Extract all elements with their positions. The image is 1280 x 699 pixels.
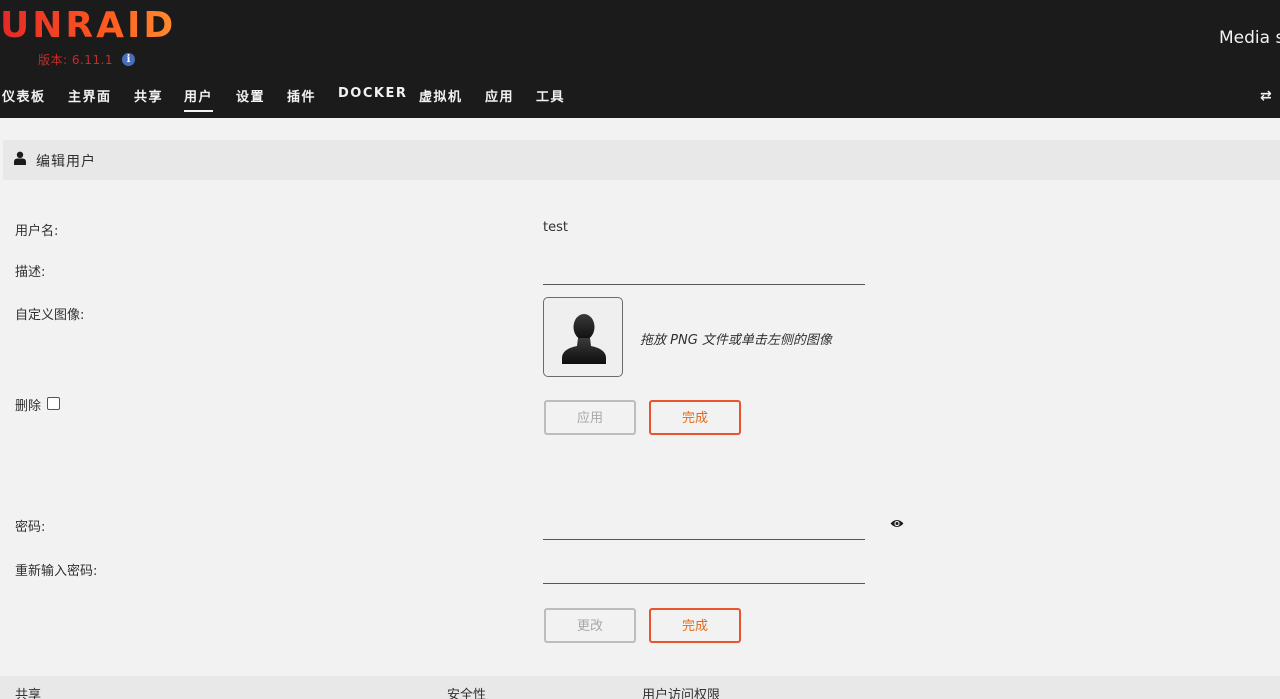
retype-password-input[interactable] xyxy=(543,562,865,584)
description-input[interactable] xyxy=(543,263,865,285)
avatar-image[interactable] xyxy=(543,297,623,377)
top-header: UNRAID 版本: 6.11.1 i Media s 仪表板 主界面 共享 用… xyxy=(0,0,1280,118)
username-value: test xyxy=(543,220,568,235)
nav-dashboard[interactable]: 仪表板 xyxy=(2,86,46,110)
username-label: 用户名: xyxy=(15,224,59,239)
server-name: Media s xyxy=(1219,28,1280,48)
column-share: 共享 xyxy=(15,688,42,699)
done-button-2[interactable]: 完成 xyxy=(649,608,741,643)
retype-password-label: 重新输入密码: xyxy=(15,564,98,579)
nav-main[interactable]: 主界面 xyxy=(68,86,112,110)
eye-icon[interactable] xyxy=(890,518,904,529)
nav-plugins[interactable]: 插件 xyxy=(287,86,316,110)
drop-hint-text: 拖放 PNG 文件或单击左侧的图像 xyxy=(640,333,832,348)
delete-checkbox[interactable] xyxy=(47,397,60,410)
password-input[interactable] xyxy=(543,518,865,540)
section-header: 编辑用户 xyxy=(3,140,1280,180)
nav-settings[interactable]: 设置 xyxy=(236,86,265,110)
custom-image-label: 自定义图像: xyxy=(15,308,85,323)
nav-apps[interactable]: 应用 xyxy=(485,86,514,110)
delete-label: 删除 xyxy=(15,399,42,414)
nav-docker[interactable]: DOCKER xyxy=(338,86,407,106)
nav-users[interactable]: 用户 xyxy=(184,86,214,112)
switch-view-icon[interactable]: ⇄ xyxy=(1260,88,1272,104)
version-label: 版本: 6.11.1 xyxy=(38,53,114,67)
shares-table-header: 共享 安全性 用户访问权限 xyxy=(0,676,1280,699)
description-label: 描述: xyxy=(15,265,46,280)
column-user-access: 用户访问权限 xyxy=(642,688,721,699)
change-button[interactable]: 更改 xyxy=(544,608,636,643)
nav-shares[interactable]: 共享 xyxy=(134,86,163,110)
apply-button[interactable]: 应用 xyxy=(544,400,636,435)
nav-tools[interactable]: 工具 xyxy=(536,86,565,110)
user-icon xyxy=(14,151,26,165)
done-button[interactable]: 完成 xyxy=(649,400,741,435)
unraid-logo[interactable]: UNRAID xyxy=(0,4,176,48)
column-security: 安全性 xyxy=(447,688,487,699)
section-title: 编辑用户 xyxy=(36,154,96,170)
password-label: 密码: xyxy=(15,520,46,535)
info-icon[interactable]: i xyxy=(122,53,135,66)
default-avatar-icon xyxy=(562,314,606,364)
nav-vms[interactable]: 虚拟机 xyxy=(419,86,463,110)
